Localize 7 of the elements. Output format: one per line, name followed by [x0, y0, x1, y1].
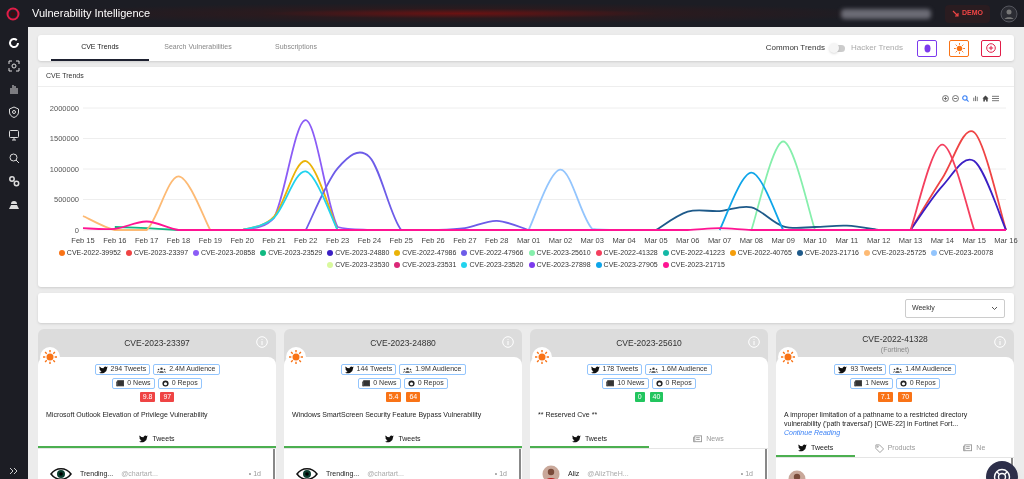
toggle-label: Common Trends: [765, 42, 825, 54]
toggle-label: Hacker Trends: [850, 42, 903, 54]
cve-id: CVE-2023-24880: [370, 336, 436, 350]
cve-id: CVE-2023-23397: [124, 336, 190, 350]
app-title: Vulnerability Intelligence: [32, 6, 151, 22]
cve-id: CVE-2022-41328: [862, 333, 928, 346]
cve-id: CVE-2023-25610: [616, 336, 682, 350]
